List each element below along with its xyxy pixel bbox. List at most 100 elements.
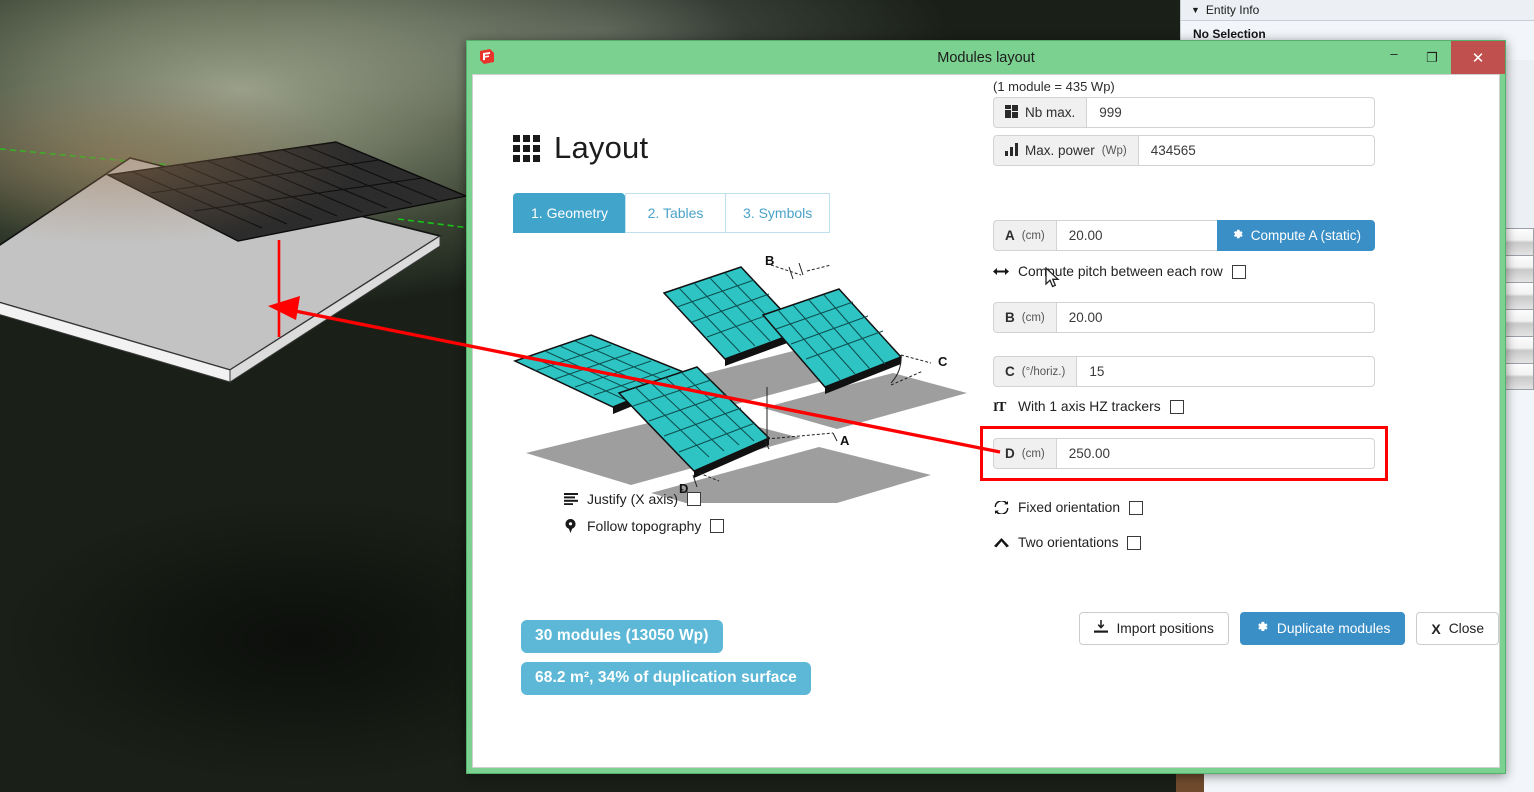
left-column: Layout 1. Geometry 2. Tables 3. Symbols xyxy=(473,75,1060,767)
window-controls[interactable]: – ❐ ✕ xyxy=(1375,41,1505,74)
dialog-action-buttons: Import positions Duplicate modules X Clo… xyxy=(993,612,1499,645)
field-nb-max[interactable]: Nb max. 999 xyxy=(993,97,1375,128)
field-a-input[interactable]: 20.00 xyxy=(1055,220,1217,251)
dialog-content: Layout 1. Geometry 2. Tables 3. Symbols xyxy=(472,74,1500,768)
diagram-label-a: A xyxy=(840,433,850,448)
right-column: (1 module = 435 Wp) Nb max. 999 Max. pow… xyxy=(980,75,1499,767)
badge-modules-count: 30 modules (13050 Wp) xyxy=(521,620,723,653)
blocks-icon xyxy=(1005,104,1018,121)
app-root: ▼ Entity Info No Selection Modules layou… xyxy=(0,0,1534,792)
entity-info-selection-status: No Selection xyxy=(1193,27,1266,41)
field-nb-max-input[interactable]: 999 xyxy=(1086,97,1375,128)
mouse-cursor-icon xyxy=(1045,267,1060,288)
option-follow-topography-checkbox[interactable] xyxy=(710,518,725,533)
tab-symbols[interactable]: 3. Symbols xyxy=(725,193,831,233)
entity-info-body: No Selection xyxy=(1181,21,1534,41)
gear-icon xyxy=(1231,228,1244,244)
minimize-button[interactable]: – xyxy=(1375,41,1413,74)
field-nb-max-label: Nb max. xyxy=(993,97,1087,128)
x-icon: X xyxy=(1431,620,1441,637)
status-color-swatch xyxy=(1176,772,1204,792)
field-b[interactable]: B (cm) 20.00 xyxy=(993,302,1375,333)
import-positions-button[interactable]: Import positions xyxy=(1079,612,1229,645)
maximize-button[interactable]: ❐ xyxy=(1413,41,1451,74)
option-fixed-orientation[interactable]: Fixed orientation xyxy=(993,500,1375,515)
field-nb-max-text: Nb max. xyxy=(1025,105,1076,120)
field-d[interactable]: D (cm) 250.00 xyxy=(980,426,1388,481)
map-pin-icon xyxy=(563,518,578,533)
option-justify-label: Justify (X axis) xyxy=(587,490,679,507)
diagram-label-b: B xyxy=(765,253,774,268)
module-power-note: (1 module = 435 Wp) xyxy=(993,79,1115,94)
option-two-orientations[interactable]: Two orientations xyxy=(993,535,1375,550)
option-fixed-orientation-label: Fixed orientation xyxy=(1018,500,1121,515)
entity-info-title: Entity Info xyxy=(1205,3,1260,17)
green-axis-right xyxy=(397,218,471,229)
field-a[interactable]: A (cm) 20.00 Compute A (static) xyxy=(993,220,1375,251)
summary-badges: 30 modules (13050 Wp) 68.2 m², 34% of du… xyxy=(521,620,811,704)
grid-icon xyxy=(513,134,540,162)
arrows-horizontal-icon xyxy=(993,267,1009,276)
modules-layout-dialog: Modules layout – ❐ ✕ Layout 1. Geometry … xyxy=(466,40,1506,774)
bar-chart-icon xyxy=(1005,142,1018,159)
import-icon xyxy=(1094,620,1109,637)
field-b-input[interactable]: 20.00 xyxy=(1055,302,1375,333)
duplicate-modules-button[interactable]: Duplicate modules xyxy=(1239,612,1406,645)
option-compute-pitch-checkbox[interactable] xyxy=(1231,264,1246,279)
tab-bar[interactable]: 1. Geometry 2. Tables 3. Symbols xyxy=(513,193,993,233)
field-c-input[interactable]: 15 xyxy=(1076,356,1375,387)
option-hz-trackers-checkbox[interactable] xyxy=(1169,399,1184,414)
option-justify-x-axis[interactable]: Justify (X axis) xyxy=(563,485,724,512)
field-a-label: A (cm) xyxy=(993,220,1056,251)
option-justify-checkbox[interactable] xyxy=(687,491,702,506)
field-max-power-label: Max. power (Wp) xyxy=(993,135,1138,166)
dialog-title: Modules layout xyxy=(937,49,1035,66)
tracker-it-icon: IT xyxy=(993,400,1009,413)
field-c[interactable]: C (°/horiz.) 15 xyxy=(993,356,1375,387)
field-a-letter: A xyxy=(1005,228,1015,243)
svg-text:T: T xyxy=(997,400,1007,413)
option-two-orientations-checkbox[interactable] xyxy=(1127,535,1142,550)
entity-info-header[interactable]: ▼ Entity Info xyxy=(1181,0,1534,21)
import-positions-label: Import positions xyxy=(1116,621,1214,636)
field-c-label: C (°/horiz.) xyxy=(993,356,1077,387)
tab-geometry[interactable]: 1. Geometry xyxy=(513,193,626,233)
close-button[interactable]: X Close xyxy=(1416,612,1499,645)
option-follow-topography[interactable]: Follow topography xyxy=(563,512,725,539)
option-two-orientations-label: Two orientations xyxy=(1018,535,1119,550)
gear-icon xyxy=(1255,620,1269,637)
field-b-unit: (cm) xyxy=(1021,311,1045,324)
field-c-letter: C xyxy=(1005,364,1015,379)
option-hz-trackers-label: With 1 axis HZ trackers xyxy=(1018,399,1161,414)
dialog-titlebar[interactable]: Modules layout – ❐ ✕ xyxy=(467,41,1505,74)
chevron-down-icon[interactable]: ▼ xyxy=(1191,5,1200,15)
left-options-list: Justify (X axis) Follow topography xyxy=(563,485,725,539)
duplicate-modules-label: Duplicate modules xyxy=(1276,621,1391,636)
align-justify-icon xyxy=(563,492,578,505)
option-follow-topography-label: Follow topography xyxy=(587,517,702,534)
page-title-text: Layout xyxy=(554,130,649,165)
field-d-letter: D xyxy=(1005,446,1015,461)
field-d-input[interactable]: 250.00 xyxy=(1055,438,1375,469)
refresh-icon xyxy=(993,501,1009,514)
field-d-unit: (cm) xyxy=(1021,447,1045,460)
compute-a-button[interactable]: Compute A (static) xyxy=(1216,220,1375,251)
field-a-unit: (cm) xyxy=(1021,229,1045,242)
field-c-unit: (°/horiz.) xyxy=(1021,365,1066,378)
geometry-diagram: B C A D xyxy=(513,253,967,503)
field-b-letter: B xyxy=(1005,310,1015,325)
close-button-label: Close xyxy=(1448,621,1484,636)
close-window-button[interactable]: ✕ xyxy=(1451,41,1505,74)
page-title: Layout xyxy=(513,130,993,166)
tab-tables[interactable]: 2. Tables xyxy=(625,193,726,233)
compute-a-label: Compute A (static) xyxy=(1250,228,1361,243)
field-max-power[interactable]: Max. power (Wp) 434565 xyxy=(993,135,1375,166)
option-fixed-orientation-checkbox[interactable] xyxy=(1129,500,1144,515)
option-hz-trackers[interactable]: IT With 1 axis HZ trackers xyxy=(993,399,1375,414)
diagram-label-c: C xyxy=(938,354,948,369)
badge-surface-area: 68.2 m², 34% of duplication surface xyxy=(521,662,811,695)
field-max-power-input[interactable]: 434565 xyxy=(1137,135,1375,166)
field-d-label: D (cm) xyxy=(993,438,1056,469)
field-max-power-unit: (Wp) xyxy=(1101,144,1127,157)
field-b-label: B (cm) xyxy=(993,302,1056,333)
